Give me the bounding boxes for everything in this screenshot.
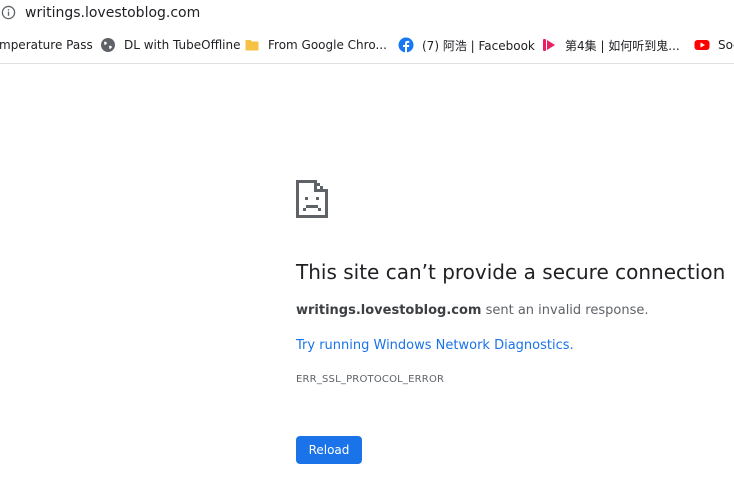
bookmark-temperature-pass[interactable]: mperature Pass bbox=[0, 27, 93, 63]
globe-icon bbox=[101, 38, 115, 52]
error-title: This site can’t provide a secure connect… bbox=[296, 260, 726, 284]
bookmark-from-google-chrome[interactable]: From Google Chro... bbox=[244, 27, 387, 63]
network-diagnostics-link[interactable]: Try running Windows Network Diagnostics bbox=[296, 338, 570, 353]
broken-page-icon bbox=[296, 180, 328, 218]
bookmark-label: 第4集 | 如何听到鬼... bbox=[565, 38, 680, 53]
bookmark-label: DL with TubeOffline bbox=[124, 38, 241, 52]
bookmark-episode-4[interactable]: 第4集 | 如何听到鬼... bbox=[541, 27, 680, 63]
bookmark-label: Soc bbox=[718, 38, 734, 52]
error-description-text: sent an invalid response. bbox=[481, 303, 649, 318]
network-diagnostics-text: Try running Windows Network Diagnostics. bbox=[296, 338, 574, 353]
bookmark-dl-with-tubeoffline[interactable]: DL with TubeOffline bbox=[100, 27, 241, 63]
error-code: ERR_SSL_PROTOCOL_ERROR bbox=[296, 374, 445, 385]
bookmark-label: (7) 阿浩 | Facebook bbox=[422, 38, 535, 53]
youtube-icon bbox=[694, 40, 710, 50]
bookmark-facebook[interactable]: (7) 阿浩 | Facebook bbox=[398, 27, 535, 63]
folder-icon bbox=[245, 40, 259, 51]
facebook-icon bbox=[398, 37, 414, 53]
bookmark-label: mperature Pass bbox=[0, 38, 93, 52]
error-domain: writings.lovestoblog.com bbox=[296, 303, 482, 318]
bookmark-youtube[interactable]: Soc bbox=[694, 27, 734, 63]
bookmarks-bar: mperature Pass DL with TubeOffline From … bbox=[0, 27, 734, 64]
url-text[interactable]: writings.lovestoblog.com bbox=[25, 5, 200, 21]
reload-button[interactable]: Reload bbox=[296, 436, 362, 464]
bookmark-label: From Google Chro... bbox=[268, 38, 387, 52]
info-icon[interactable] bbox=[1, 5, 16, 20]
error-description: writings.lovestoblog.com sent an invalid… bbox=[296, 303, 648, 318]
address-bar[interactable]: writings.lovestoblog.com bbox=[0, 0, 734, 27]
link-suffix: . bbox=[569, 338, 574, 353]
play-icon bbox=[543, 39, 555, 51]
